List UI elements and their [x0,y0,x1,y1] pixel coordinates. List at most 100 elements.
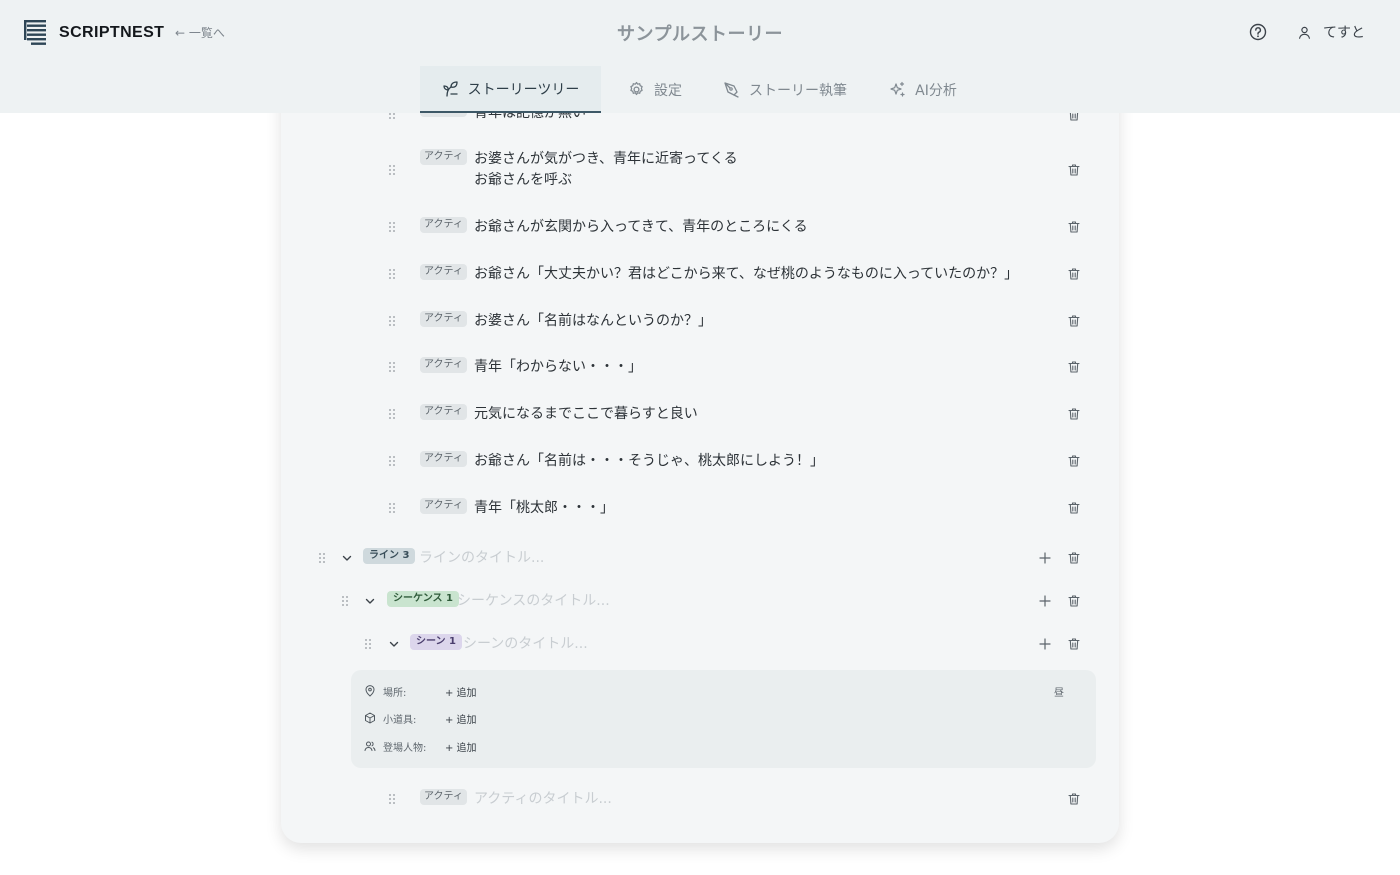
drag-handle-icon[interactable] [388,221,396,233]
trash-icon[interactable] [1067,551,1081,565]
chevron-down-icon[interactable] [388,638,400,650]
sprout-icon [442,81,458,97]
add-icon[interactable] [1038,637,1052,651]
act-row[interactable]: アクティ 青年「桃太郎・・・」 [281,498,1119,518]
tab-label: ストーリー執筆 [749,82,847,99]
act-badge: アクティ [420,498,467,514]
new-act-row: アクティ [281,789,1119,809]
act-badge: アクティ [420,357,467,373]
drag-handle-icon[interactable] [388,315,396,327]
drag-handle-icon[interactable] [388,164,396,176]
tab-bar: ストーリーツリー 設定 ストーリー執筆 AI分析 [0,66,1400,113]
line-badge: ライン 3 [363,548,416,564]
drag-handle-icon[interactable] [341,595,349,607]
app-name: SCRIPTNEST [59,23,165,41]
trash-icon[interactable] [1067,637,1081,651]
story-tree-panel: アクティ 青年は記憶が無い アクティ お婆さんが気がつき、青年に近寄ってくる お… [281,60,1119,843]
trash-icon[interactable] [1067,267,1081,281]
tab-story-tree[interactable]: ストーリーツリー [420,66,601,113]
act-title-line: お爺さん「名前は・・・そうじゃ、桃太郎にしよう！」 [474,453,824,469]
act-title-line: お婆さん「名前はなんというのか？」 [474,313,712,329]
trash-icon[interactable] [1067,220,1081,234]
map-pin-icon [365,685,375,697]
sequence-badge: シーケンス 1 [387,591,459,607]
act-row[interactable]: アクティ お爺さん「名前は・・・そうじゃ、桃太郎にしよう！」 [281,451,1119,471]
trash-icon[interactable] [1067,163,1081,177]
act-title-line: 青年「桃太郎・・・」 [474,500,614,516]
chevron-down-icon[interactable] [341,552,353,564]
drag-handle-icon[interactable] [388,455,396,467]
act-badge: アクティ [420,217,467,233]
act-title-line: 青年「わからない・・・」 [474,359,642,375]
act-title[interactable]: お爺さん「大丈夫かい？君はどこから来て、なぜ桃のようなものに入っていたのか？」 [474,264,1018,285]
props-row: 小道具: + 追加 [364,710,477,726]
box-icon [365,712,375,724]
act-title[interactable]: お爺さんが玄関から入ってきて、青年のところにくる [474,217,808,238]
scene-row: シーン 1 [281,633,1119,654]
tab-ai-analysis[interactable]: AI分析 [875,66,971,113]
act-row[interactable]: アクティ お婆さん「名前はなんというのか？」 [281,311,1119,331]
user-name: てすと [1323,25,1365,41]
gear-icon [630,81,643,96]
add-character-button[interactable]: + 追加 [445,739,477,754]
app-logo[interactable]: SCRIPTNEST [24,20,164,45]
trash-icon[interactable] [1067,314,1081,328]
act-row[interactable]: アクティ 元気になるまでここで暮らすと良い [281,404,1119,424]
act-title[interactable]: 青年「桃太郎・・・」 [474,498,614,519]
act-title[interactable]: お婆さん「名前はなんというのか？」 [474,311,712,332]
act-row[interactable]: アクティ お婆さんが気がつき、青年に近寄ってくる お爺さんを呼ぶ [281,149,1119,191]
location-row: 場所: + 追加 [364,683,477,699]
act-title-line: お爺さんが玄関から入ってきて、青年のところにくる [474,219,808,235]
back-to-list-link[interactable]: ← 一覧へ [175,24,225,41]
drag-handle-icon[interactable] [388,408,396,420]
add-location-button[interactable]: + 追加 [445,684,477,699]
drag-handle-icon[interactable] [388,361,396,373]
sparkles-icon [890,81,905,97]
users-icon [364,741,376,751]
act-row[interactable]: アクティ 青年「わからない・・・」 [281,357,1119,377]
trash-icon[interactable] [1067,454,1081,468]
drag-handle-icon[interactable] [364,638,372,650]
act-row[interactable]: アクティ お爺さんが玄関から入ってきて、青年のところにくる [281,217,1119,237]
drag-handle-icon[interactable] [318,552,326,564]
location-label: 場所: [383,687,407,699]
tab-settings[interactable]: 設定 [610,66,700,113]
act-title-line: 元気になるまでここで暮らすと良い [474,406,698,422]
tab-label: 設定 [654,82,682,99]
line-row: ライン 3 [281,548,1119,568]
drag-handle-icon[interactable] [388,268,396,280]
scene-title-input[interactable] [463,634,983,654]
act-badge: アクティ [420,264,467,280]
trash-icon[interactable] [1067,360,1081,374]
act-title[interactable]: お爺さん「名前は・・・そうじゃ、桃太郎にしよう！」 [474,451,824,472]
drag-handle-icon[interactable] [388,502,396,514]
act-title-line: お爺さんを呼ぶ [474,172,572,188]
scene-badge: シーン 1 [410,634,462,650]
time-of-day-toggle[interactable]: 昼 [1054,684,1064,699]
sequence-row: シーケンス 1 [281,591,1119,611]
scene-details-panel: 場所: + 追加 小道具: + 追加 登場人物: + 追加 [351,670,1096,768]
add-icon[interactable] [1038,594,1052,608]
act-title[interactable]: お婆さんが気がつき、青年に近寄ってくる お爺さんを呼ぶ [474,149,738,191]
act-title[interactable]: 青年「わからない・・・」 [474,357,642,378]
help-icon[interactable] [1248,22,1268,42]
act-row[interactable]: アクティ お爺さん「大丈夫かい？君はどこから来て、なぜ桃のようなものに入っていた… [281,264,1119,284]
user-menu[interactable]: てすと [1297,22,1365,42]
trash-icon[interactable] [1067,501,1081,515]
add-icon[interactable] [1038,551,1052,565]
tab-label: AI分析 [915,82,957,99]
pen-icon [724,82,739,98]
trash-icon[interactable] [1067,594,1081,608]
act-title-input[interactable] [474,789,994,809]
props-label: 小道具: [383,714,417,726]
tab-story-writing[interactable]: ストーリー執筆 [710,66,860,113]
line-title-input[interactable] [419,548,939,568]
drag-handle-icon[interactable] [388,793,396,805]
chevron-down-icon[interactable] [364,595,376,607]
sequence-title-input[interactable] [457,591,977,611]
trash-icon[interactable] [1067,407,1081,421]
trash-icon[interactable] [1067,792,1081,806]
act-title[interactable]: 元気になるまでここで暮らすと良い [474,404,698,425]
add-prop-button[interactable]: + 追加 [445,711,477,726]
act-badge: アクティ [420,311,467,327]
